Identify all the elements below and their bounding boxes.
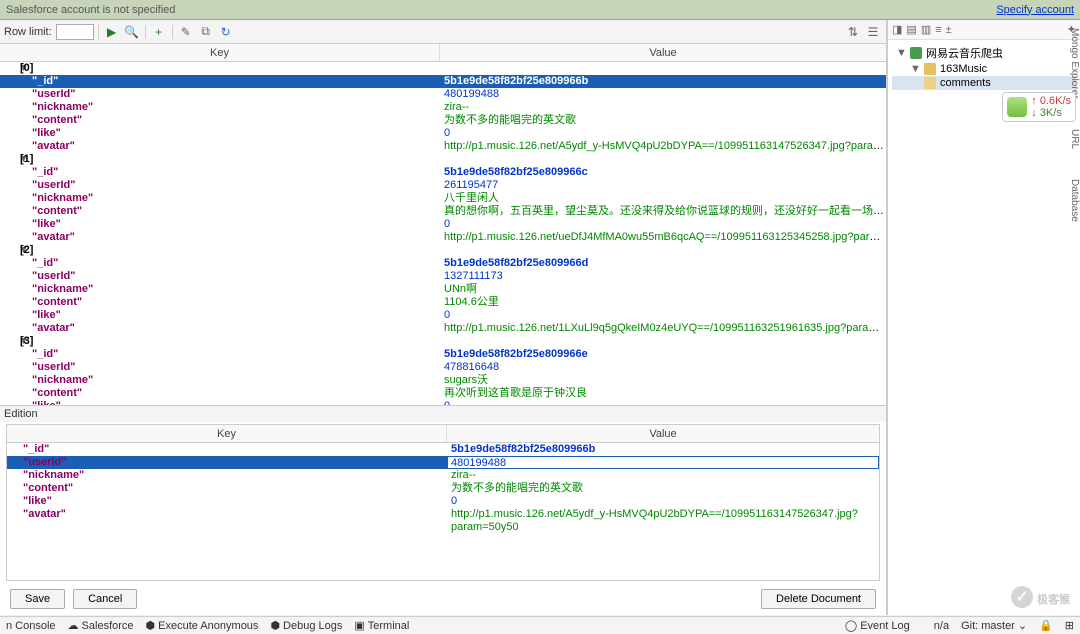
search-icon[interactable]: 🔍 xyxy=(123,23,141,41)
expand-icon[interactable]: ▼ xyxy=(910,63,920,75)
cancel-button[interactable]: Cancel xyxy=(73,589,137,609)
record-header[interactable]: ▼[3] xyxy=(0,335,886,348)
bb-more-icon[interactable]: ⊞ xyxy=(1065,619,1074,632)
field-row[interactable]: "content"1104.6公里 xyxy=(0,296,886,309)
field-row[interactable]: "userId"478816648 xyxy=(0,361,886,374)
field-row[interactable]: "nickname"八千里闲人 xyxy=(0,192,886,205)
record-header[interactable]: ▼[2] xyxy=(0,244,886,257)
field-row[interactable]: "content"为数不多的能唱完的英文歌 xyxy=(0,114,886,127)
field-row[interactable]: "_id"5b1e9de58f82bf25e809966c xyxy=(0,166,886,179)
notification-bar: Salesforce account is not specified Spec… xyxy=(0,0,1080,20)
side-tab-mongo[interactable]: Mongo Explorer xyxy=(1064,28,1080,99)
main-area: Row limit: ▶ 🔍 + ✎ ⧉ ↻ ⇅ ☰ Key Value ▼[0… xyxy=(0,20,1080,615)
bb-lock-icon[interactable]: 🔒 xyxy=(1039,619,1053,632)
ed-value-header[interactable]: Value xyxy=(447,425,879,442)
nav-database[interactable]: ▼ 163Music xyxy=(892,62,1076,76)
bottom-bar: n Console ☁ Salesforce ⬢ Execute Anonymo… xyxy=(0,616,1080,634)
field-row[interactable]: "userId"480199488 xyxy=(0,88,886,101)
bb-git[interactable]: Git: master ⌄ xyxy=(961,619,1027,632)
edition-row[interactable]: "nickname"zira-- xyxy=(7,469,879,482)
rowlimit-label: Row limit: xyxy=(4,26,52,38)
bb-event-log[interactable]: ◯ Event Log xyxy=(845,619,910,632)
expand-icon[interactable]: ▼ xyxy=(896,47,906,59)
edition-panel: Edition Key Value "_id"5b1e9de58f82bf25e… xyxy=(0,405,886,615)
field-row[interactable]: "avatar"http://p1.music.126.net/1LXuLl9q… xyxy=(0,322,886,335)
field-row[interactable]: "content"再次听到这首歌是原于钟汉良 xyxy=(0,387,886,400)
server-icon xyxy=(910,47,922,59)
view-icon[interactable]: ☰ xyxy=(864,23,882,41)
record-header[interactable]: ▼[0] xyxy=(0,62,886,75)
rt-icon-5[interactable]: ± xyxy=(946,24,952,36)
nav-root[interactable]: ▼ 网易云音乐爬虫 xyxy=(892,44,1076,62)
save-button[interactable]: Save xyxy=(10,589,65,609)
delete-document-button[interactable]: Delete Document xyxy=(761,589,876,609)
bb-console[interactable]: n Console xyxy=(6,620,56,632)
bb-debug-logs[interactable]: ⬢ Debug Logs xyxy=(270,619,342,632)
field-row[interactable]: "_id"5b1e9de58f82bf25e809966e xyxy=(0,348,886,361)
field-row[interactable]: "like"0 xyxy=(0,218,886,231)
edition-row[interactable]: "_id"5b1e9de58f82bf25e809966b xyxy=(7,443,879,456)
field-row[interactable]: "like"0 xyxy=(0,127,886,140)
field-row[interactable]: "_id"5b1e9de58f82bf25e809966d xyxy=(0,257,886,270)
field-row[interactable]: "_id"5b1e9de58f82bf25e809966b xyxy=(0,75,886,88)
edition-row[interactable]: "like"0 xyxy=(7,495,879,508)
edition-table: Key Value "_id"5b1e9de58f82bf25e809966b"… xyxy=(6,424,880,581)
side-tab-url[interactable]: URL xyxy=(1064,129,1080,149)
field-row[interactable]: "content"真的想你啊，五百英里，望尘莫及。还没来得及给你说篮球的规则，还… xyxy=(0,205,886,218)
edition-row[interactable]: "userId"480199488 xyxy=(7,456,879,469)
database-icon xyxy=(924,63,936,75)
rt-icon-3[interactable]: ▥ xyxy=(921,23,931,36)
field-row[interactable]: "avatar"http://p1.music.126.net/A5ydf_y-… xyxy=(0,140,886,153)
field-row[interactable]: "avatar"http://p1.music.126.net/ueDfJ4Mf… xyxy=(0,231,886,244)
network-widget: ↑ 0.6K/s ↓ 3K/s xyxy=(1002,92,1076,122)
bb-salesforce[interactable]: ☁ Salesforce xyxy=(68,619,134,632)
rt-icon-4[interactable]: ≡ xyxy=(935,24,941,36)
field-row[interactable]: "nickname"sugars沃 xyxy=(0,374,886,387)
nav-collection[interactable]: comments xyxy=(892,76,1076,90)
edition-row[interactable]: "content"为数不多的能唱完的英文歌 xyxy=(7,482,879,495)
tree-header: Key Value xyxy=(0,44,886,62)
field-row[interactable]: "like"0 xyxy=(0,309,886,322)
bb-terminal[interactable]: ▣ Terminal xyxy=(354,619,409,632)
nav-tree: ▼ 网易云音乐爬虫 ▼ 163Music comments xyxy=(888,40,1080,94)
side-tab-database[interactable]: Database xyxy=(1064,179,1080,222)
ed-key-header[interactable]: Key xyxy=(7,425,447,442)
tree-view[interactable]: ▼[0]"_id"5b1e9de58f82bf25e809966b"userId… xyxy=(0,62,886,405)
rowlimit-input[interactable] xyxy=(56,24,94,40)
field-row[interactable]: "userId"261195477 xyxy=(0,179,886,192)
warning-text: Salesforce account is not specified xyxy=(6,4,175,16)
bb-exec-anon[interactable]: ⬢ Execute Anonymous xyxy=(146,619,259,632)
key-column-header[interactable]: Key xyxy=(0,44,440,61)
link-icon[interactable]: ⇅ xyxy=(844,23,862,41)
value-column-header[interactable]: Value xyxy=(440,44,886,61)
field-row[interactable]: "nickname"zira-- xyxy=(0,101,886,114)
toolbar: Row limit: ▶ 🔍 + ✎ ⧉ ↻ ⇅ ☰ xyxy=(0,20,886,44)
edition-row[interactable]: "avatar"http://p1.music.126.net/A5ydf_y-… xyxy=(7,508,879,521)
run-icon[interactable]: ▶ xyxy=(103,23,121,41)
field-row[interactable]: "userId"1327111173 xyxy=(0,270,886,283)
rt-icon-1[interactable]: ◨ xyxy=(892,23,902,36)
edit-icon[interactable]: ✎ xyxy=(177,23,195,41)
bb-na: n/a xyxy=(934,620,949,632)
record-header[interactable]: ▼[1] xyxy=(0,153,886,166)
left-panel: Row limit: ▶ 🔍 + ✎ ⧉ ↻ ⇅ ☰ Key Value ▼[0… xyxy=(0,20,887,615)
network-icon xyxy=(1007,97,1027,117)
refresh-icon[interactable]: ↻ xyxy=(217,23,235,41)
right-toolbar: ◨ ▤ ▥ ≡ ± ✦ xyxy=(888,20,1080,40)
collection-icon xyxy=(924,77,936,89)
specify-account-link[interactable]: Specify account xyxy=(996,4,1074,16)
edition-buttons: Save Cancel Delete Document xyxy=(0,583,886,615)
field-row[interactable]: "nickname"UNn啊 xyxy=(0,283,886,296)
copy-icon[interactable]: ⧉ xyxy=(197,23,215,41)
rt-icon-2[interactable]: ▤ xyxy=(906,23,916,36)
edition-title: Edition xyxy=(0,406,886,422)
add-icon[interactable]: + xyxy=(150,23,168,41)
